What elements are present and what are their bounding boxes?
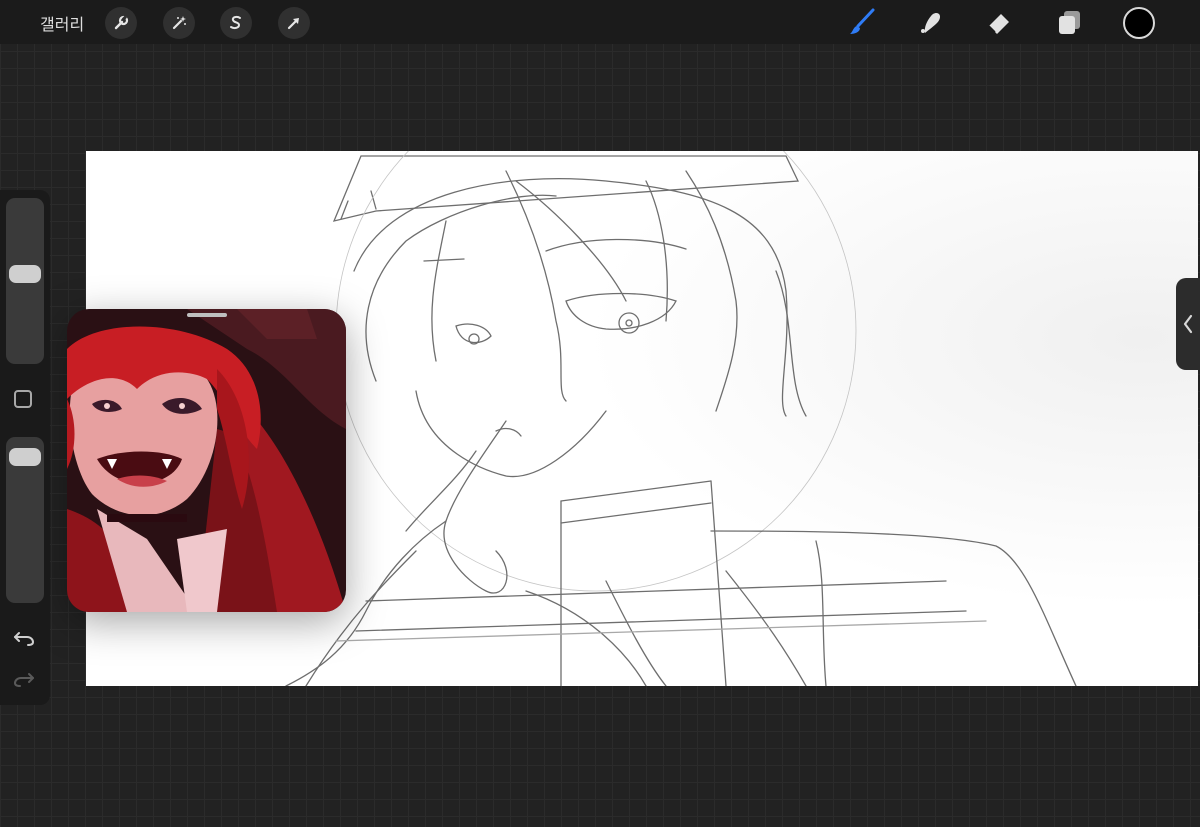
selection-s-icon	[230, 15, 241, 30]
left-sidebar	[0, 190, 50, 705]
arrow-cursor-icon	[287, 18, 299, 30]
brush-size-thumb[interactable]	[9, 265, 41, 283]
opacity-thumb[interactable]	[9, 448, 41, 466]
character-reference-image	[67, 309, 346, 612]
opacity-slider[interactable]	[6, 437, 44, 603]
brush-tool-button[interactable]	[845, 5, 879, 39]
magic-wand-icon	[172, 16, 186, 30]
brush-size-slider[interactable]	[6, 198, 44, 364]
eraser-tool-button[interactable]	[982, 5, 1016, 39]
redo-button[interactable]	[11, 668, 37, 690]
procreate-workspace: 갤러리	[0, 0, 1200, 827]
selection-button[interactable]	[220, 7, 252, 39]
reference-window[interactable]	[67, 309, 346, 612]
gallery-button[interactable]: 갤러리	[40, 11, 84, 35]
right-panel-tab[interactable]	[1176, 278, 1200, 370]
transform-button[interactable]	[278, 7, 310, 39]
undo-button[interactable]	[11, 627, 37, 649]
redo-arrow-icon	[13, 673, 34, 687]
adjustments-button[interactable]	[163, 7, 195, 39]
actions-button[interactable]	[105, 7, 137, 39]
top-toolbar: 갤러리	[0, 0, 1200, 44]
smudge-tool-button[interactable]	[913, 5, 947, 39]
color-picker-swatch[interactable]	[1123, 7, 1155, 39]
reference-drag-handle[interactable]	[187, 313, 227, 317]
square-outline-icon[interactable]	[14, 390, 32, 408]
smudge-icon	[921, 12, 941, 33]
layers-button[interactable]	[1052, 5, 1086, 39]
chevron-left-icon	[1183, 314, 1193, 334]
layers-icon	[1059, 11, 1080, 34]
brush-icon	[850, 8, 875, 34]
eraser-icon	[988, 14, 1009, 34]
wrench-icon	[114, 15, 129, 30]
undo-arrow-icon	[14, 632, 35, 646]
